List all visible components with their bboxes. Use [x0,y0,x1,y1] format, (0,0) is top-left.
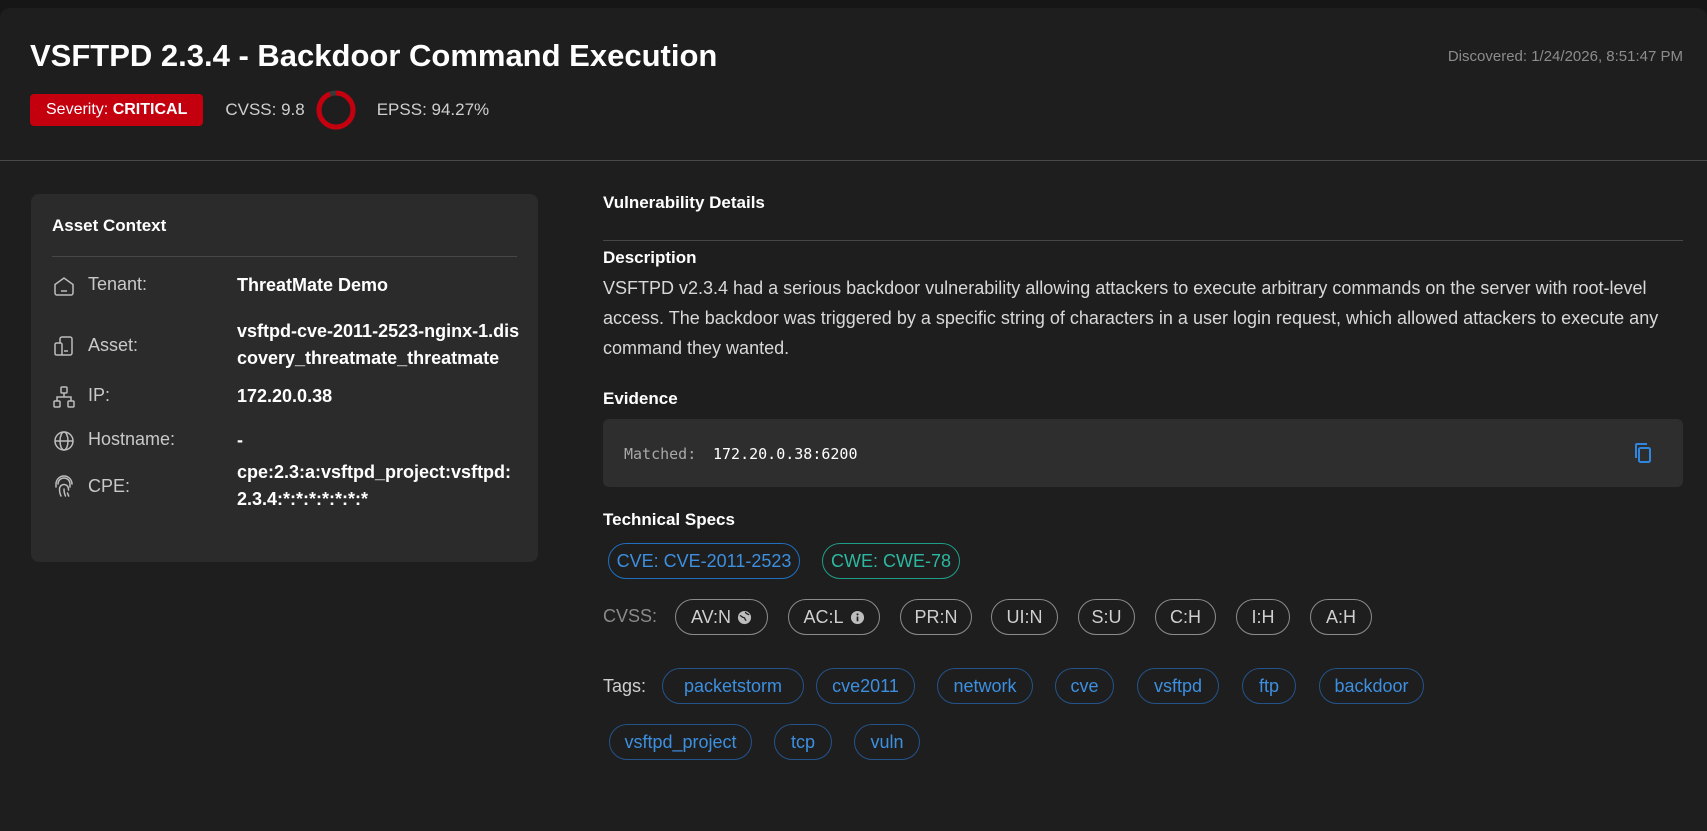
tag-chip[interactable]: cve [1055,668,1114,704]
divider [52,256,517,257]
asset-label: Hostname: [88,429,176,449]
epss-score: EPSS: 94.27% [376,100,490,119]
asset-value: 172.20.0.38 [237,386,333,406]
cvss-chip-ui: UI:N [991,599,1058,635]
asset-row-cpe: CPE: cpe:2.3:a:vsftpd_project:vsftpd:2.3… [52,459,518,515]
cwe-link[interactable]: CWE: CWE-78 [822,543,960,579]
tags-label: Tags: [603,676,647,696]
cvss-score: CVSS: 9.8 [225,100,305,119]
tag-chip[interactable]: vuln [854,724,920,760]
severity-row: Severity: CRITICAL CVSS: 9.8 EPSS: 94.27… [30,88,489,132]
asset-label: Tenant: [88,274,148,294]
cvss-chip-a: A:H [1310,599,1372,635]
cvss-chip-av: AV:N [675,599,768,635]
discovered-timestamp: Discovered: 1/24/2026, 8:51:47 PM [1447,48,1683,65]
chip-text: AV:N [690,607,731,627]
asset-context-card: Asset Context Tenant: ThreatMate Demo As… [31,194,538,562]
info-icon [850,610,864,625]
description-title: Description [603,248,697,267]
cvss-chip-i: I:H [1236,599,1290,635]
asset-label: Asset: [88,335,139,355]
cvss-chip-s: S:U [1078,599,1135,635]
epss-ring-gauge [316,90,356,130]
cvss-vector-label: CVSS: [603,606,658,626]
chip-text: AC:L [803,607,844,627]
severity-value: CRITICAL [112,101,188,118]
asset-row-asset: Asset: vsftpd-cve-2011-2523-nginx-1.disc… [52,318,519,374]
page-title: VSFTPD 2.3.4 - Backdoor Command Executio… [30,38,718,73]
vulnerability-header: VSFTPD 2.3.4 - Backdoor Command Executio… [0,8,1707,161]
tag-chip[interactable]: cve2011 [816,668,915,704]
severity-prefix: Severity: [46,101,113,118]
cvss-chip-pr: PR:N [900,599,972,635]
fingerprint-icon [55,475,73,497]
asset-value: ThreatMate Demo [237,275,389,295]
asset-row-ip: IP: 172.20.0.38 [52,383,518,411]
asset-context-title: Asset Context [52,216,167,235]
divider [603,240,1683,241]
asset-row-hostname: Hostname: - [52,427,518,455]
tag-chip[interactable]: packetstorm [662,668,804,704]
cvss-chip-ac: AC:L [788,599,880,635]
asset-row-tenant: Tenant: ThreatMate Demo [52,272,518,300]
technical-specs-title: Technical Specs [603,510,735,529]
network-icon [53,386,75,408]
description-text: VSFTPD v2.3.4 had a serious backdoor vul… [603,278,1659,358]
details-title: Vulnerability Details [603,193,765,212]
tag-chip[interactable]: network [937,668,1033,704]
tag-chip[interactable]: vsftpd [1137,668,1219,704]
asset-value: - [237,430,243,450]
asset-value: vsftpd-cve-2011-2523-nginx-1.discovery_t… [237,321,520,368]
evidence-title: Evidence [603,389,678,408]
tag-chip[interactable]: ftp [1242,668,1296,704]
cvss-chip-c: C:H [1155,599,1216,635]
home-icon [54,277,74,296]
evidence-box: Matched: 172.20.0.38:6200 [603,419,1683,487]
devices-icon [54,336,73,356]
cve-link[interactable]: CVE: CVE-2011-2523 [608,543,800,579]
vulnerability-panel: VSFTPD 2.3.4 - Backdoor Command Executio… [0,8,1707,831]
asset-label: CPE: [88,476,131,496]
asset-value: cpe:2.3:a:vsftpd_project:vsftpd:2.3.4:*:… [237,462,512,509]
tag-chip[interactable]: vsftpd_project [609,724,752,760]
copy-icon[interactable] [1631,441,1655,465]
evidence-value: 172.20.0.38:6200 [713,445,858,463]
globe-icon [737,610,752,625]
evidence-label: Matched: [624,445,697,463]
globe-icon [54,431,74,451]
tag-chip[interactable]: tcp [774,724,832,760]
asset-label: IP: [88,385,111,405]
tag-chip[interactable]: backdoor [1319,668,1424,704]
severity-badge: Severity: CRITICAL [30,94,204,126]
